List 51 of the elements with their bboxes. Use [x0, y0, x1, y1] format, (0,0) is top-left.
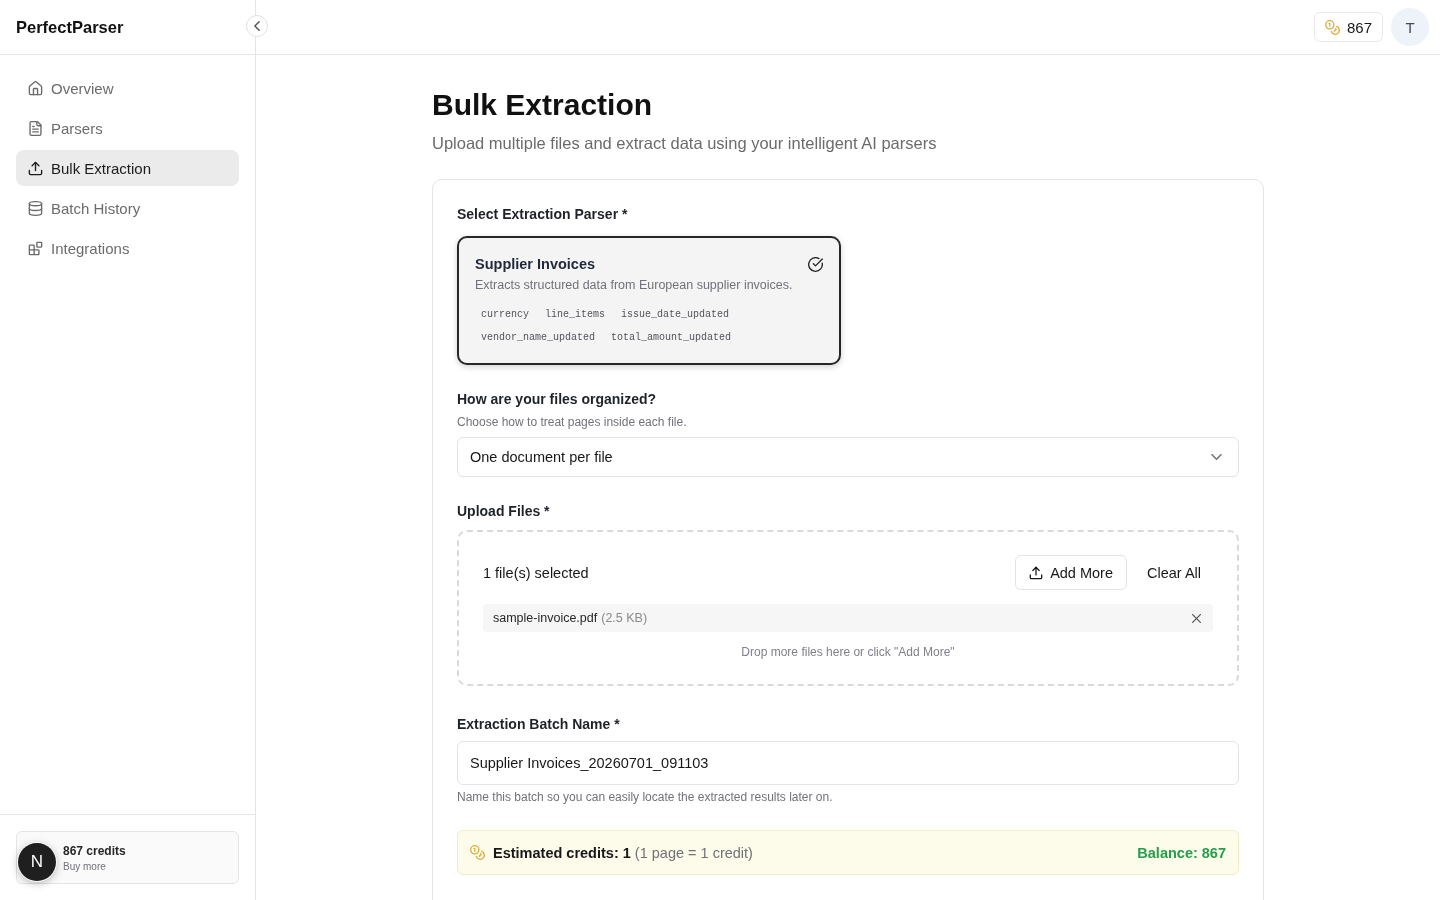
field-tag: issue_date_updated [615, 305, 736, 324]
parser-name: Supplier Invoices [475, 256, 596, 272]
collapse-sidebar-button[interactable] [246, 15, 268, 37]
add-more-button[interactable]: Add More [1015, 555, 1127, 590]
selected-count: 1 file(s) selected [483, 564, 589, 581]
app-logo: PerfectParser [16, 17, 124, 37]
chevron-down-icon [1211, 454, 1222, 460]
drop-hint: Drop more files here or click "Add More" [741, 644, 955, 660]
file-size: (2.5 KB) [601, 611, 648, 625]
field-tag: vendor_name_updated [475, 328, 602, 347]
page-title: Bulk Extraction [432, 87, 653, 123]
page-subtitle: Upload multiple files and extract data using your intelligent AI parsers [432, 133, 937, 154]
field-hint: Choose how to treat pages inside each file. [457, 414, 687, 430]
file-dropzone[interactable]: 1 file(s) selected Add More Clear All sample-invoice.pdf (2.5 KB) Drop more files here or click "Add More" [457, 530, 1239, 686]
coins-icon [1324, 19, 1340, 35]
credits-button[interactable]: 867 [1313, 12, 1383, 42]
sidebar-item[interactable]: Parsers [16, 110, 239, 146]
upload-icon [28, 160, 43, 176]
parser-card[interactable]: Supplier Invoices Extracts structured data from European supplier invoices. currency line_items issue_date_updated vendor_name_updated total_amount_updated [457, 236, 841, 365]
home-icon [28, 80, 43, 96]
chevron-left-icon [254, 21, 260, 31]
sidebar-item[interactable]: Batch History [16, 190, 239, 226]
remove-file-button[interactable] [1192, 613, 1201, 623]
sidebar-item[interactable]: Integrations [16, 230, 239, 266]
document-icon [28, 120, 43, 136]
buy-more-link[interactable]: Buy more [63, 860, 106, 872]
field-label: Select Extraction Parser * [457, 205, 628, 224]
batch-name-input[interactable]: Supplier Invoices_20260701_091103 [457, 741, 1239, 785]
file-name: sample-invoice.pdf [493, 611, 598, 625]
credits-count: 867 credits [63, 843, 126, 858]
check-circle-icon [808, 256, 823, 272]
coins-icon [470, 845, 485, 860]
upload-icon [1029, 565, 1044, 580]
field-tag: line_items [539, 305, 612, 324]
field-label: Extraction Batch Name * [457, 715, 620, 734]
field-tag: currency [475, 305, 535, 324]
close-icon [1192, 613, 1201, 623]
blocks-icon [28, 240, 43, 256]
field-help: Name this batch so you can easily locate the extracted results later on. [457, 789, 833, 805]
clear-all-button[interactable]: Clear All [1135, 555, 1213, 590]
database-icon [28, 200, 43, 216]
sidebar-item[interactable]: Overview [16, 70, 239, 106]
field-tag: total_amount_updated [605, 328, 738, 347]
field-label: How are your files organized? [457, 390, 657, 409]
field-label: Upload Files * [457, 502, 550, 521]
credit-estimate-text: Estimated credits: 1 (1 page = 1 credit) [493, 844, 753, 861]
user-avatar[interactable]: T [1391, 8, 1429, 46]
document-mode-select[interactable]: One document per file [457, 437, 1239, 477]
balance-text: Balance: 867 [1137, 844, 1226, 861]
parser-description: Extracts structured data from European supplier invoices. [475, 277, 793, 294]
sidebar-item[interactable]: Bulk Extraction [16, 150, 239, 186]
